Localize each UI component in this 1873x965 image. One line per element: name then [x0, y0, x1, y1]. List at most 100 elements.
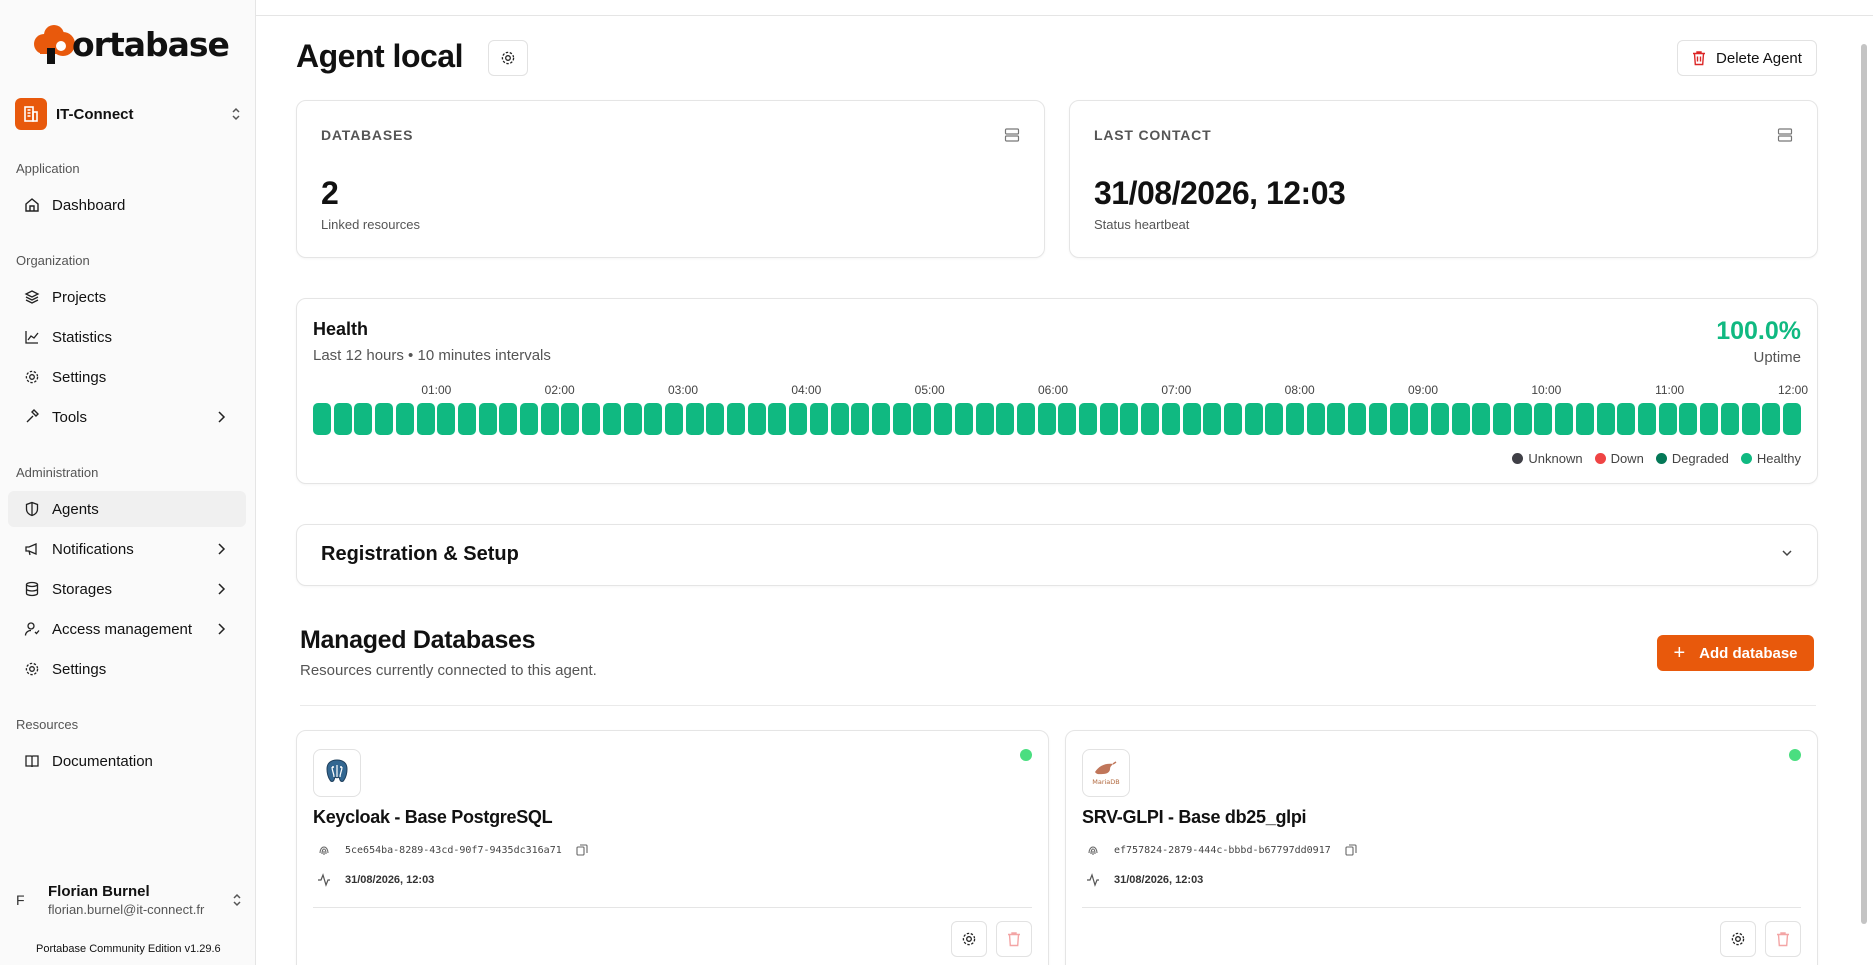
health-bar[interactable]	[1720, 403, 1739, 435]
health-bar[interactable]	[1451, 403, 1470, 435]
health-bar[interactable]	[1099, 403, 1118, 435]
health-bar[interactable]	[809, 403, 828, 435]
copy-icon[interactable]	[1345, 844, 1357, 856]
sidebar-item-access-management[interactable]: Access management	[8, 611, 246, 647]
health-bar[interactable]	[1700, 403, 1719, 435]
health-bar[interactable]	[437, 403, 456, 435]
health-bar[interactable]	[747, 403, 766, 435]
health-bar[interactable]	[1348, 403, 1367, 435]
health-bar[interactable]	[582, 403, 601, 435]
health-bar[interactable]	[1430, 403, 1449, 435]
health-bar[interactable]	[1575, 403, 1594, 435]
sidebar-item-dashboard[interactable]: Dashboard	[8, 187, 246, 223]
health-bar[interactable]	[1493, 403, 1512, 435]
health-bar[interactable]	[1555, 403, 1574, 435]
health-bar[interactable]	[1472, 403, 1491, 435]
database-card[interactable]: Keycloak - Base PostgreSQL 5ce654ba-8289…	[296, 730, 1049, 965]
database-card[interactable]: MariaDB SRV-GLPI - Base db25_glpi ef7578…	[1065, 730, 1818, 965]
health-bar[interactable]	[1182, 403, 1201, 435]
health-bar[interactable]	[913, 403, 932, 435]
health-bar[interactable]	[395, 403, 414, 435]
health-bar[interactable]	[623, 403, 642, 435]
health-bar[interactable]	[664, 403, 683, 435]
health-bar[interactable]	[478, 403, 497, 435]
health-bar[interactable]	[789, 403, 808, 435]
agent-settings-button[interactable]	[488, 40, 528, 76]
sidebar-item-admin-settings[interactable]: Settings	[8, 651, 246, 687]
health-bar[interactable]	[644, 403, 663, 435]
health-bar[interactable]	[1762, 403, 1781, 435]
health-bar[interactable]	[1368, 403, 1387, 435]
health-bar[interactable]	[540, 403, 559, 435]
database-delete-button[interactable]	[996, 921, 1032, 957]
health-bar[interactable]	[313, 403, 331, 435]
copy-icon[interactable]	[576, 844, 588, 856]
health-bar[interactable]	[1658, 403, 1677, 435]
sidebar-item-projects[interactable]: Projects	[8, 279, 246, 315]
health-bar[interactable]	[1016, 403, 1035, 435]
health-bar[interactable]	[1513, 403, 1532, 435]
health-bar[interactable]	[1161, 403, 1180, 435]
scrollbar[interactable]	[1861, 44, 1867, 924]
org-switcher[interactable]: IT-Connect	[15, 98, 243, 130]
health-bar[interactable]	[1223, 403, 1242, 435]
health-bar[interactable]	[1079, 403, 1098, 435]
health-bar[interactable]	[685, 403, 704, 435]
add-database-button[interactable]: + Add database	[1657, 635, 1814, 671]
health-bar[interactable]	[1782, 403, 1801, 435]
sidebar-item-label: Settings	[52, 368, 107, 386]
health-bar[interactable]	[520, 403, 539, 435]
health-bar[interactable]	[1120, 403, 1139, 435]
health-bar[interactable]	[333, 403, 352, 435]
health-bar[interactable]	[1596, 403, 1615, 435]
health-bar[interactable]	[1389, 403, 1408, 435]
health-bar[interactable]	[706, 403, 725, 435]
health-bar[interactable]	[954, 403, 973, 435]
health-bar[interactable]	[768, 403, 787, 435]
health-bar[interactable]	[1534, 403, 1553, 435]
database-settings-button[interactable]	[1720, 921, 1756, 957]
health-bar[interactable]	[871, 403, 890, 435]
sidebar-item-agents[interactable]: Agents	[8, 491, 246, 527]
health-bar[interactable]	[1203, 403, 1222, 435]
health-bar[interactable]	[1617, 403, 1636, 435]
health-bar[interactable]	[1741, 403, 1760, 435]
sidebar-item-statistics[interactable]: Statistics	[8, 319, 246, 355]
sidebar-item-notifications[interactable]: Notifications	[8, 531, 246, 567]
health-bar[interactable]	[892, 403, 911, 435]
delete-agent-button[interactable]: Delete Agent	[1677, 40, 1817, 76]
health-bar[interactable]	[1306, 403, 1325, 435]
user-menu[interactable]: F Florian Burnel florian.burnel@it-conne…	[16, 880, 244, 920]
health-bar[interactable]	[830, 403, 849, 435]
health-bar[interactable]	[1141, 403, 1160, 435]
health-bar[interactable]	[727, 403, 746, 435]
database-delete-button[interactable]	[1765, 921, 1801, 957]
health-bar[interactable]	[1410, 403, 1429, 435]
health-bar[interactable]	[1244, 403, 1263, 435]
health-bar[interactable]	[1679, 403, 1698, 435]
health-bar[interactable]	[354, 403, 373, 435]
health-bar[interactable]	[851, 403, 870, 435]
sidebar-item-tools[interactable]: Tools	[8, 399, 246, 435]
sidebar-item-storages[interactable]: Storages	[8, 571, 246, 607]
health-bar[interactable]	[416, 403, 435, 435]
health-bar[interactable]	[1286, 403, 1305, 435]
health-bar[interactable]	[1327, 403, 1346, 435]
health-bar[interactable]	[561, 403, 580, 435]
sidebar-item-settings[interactable]: Settings	[8, 359, 246, 395]
database-settings-button[interactable]	[951, 921, 987, 957]
health-bar[interactable]	[1638, 403, 1656, 435]
health-bar[interactable]	[499, 403, 518, 435]
health-bar[interactable]	[1058, 403, 1077, 435]
portabase-logo[interactable]: ortabase	[32, 22, 230, 66]
health-bar[interactable]	[602, 403, 621, 435]
health-bar[interactable]	[375, 403, 394, 435]
health-bar[interactable]	[1265, 403, 1284, 435]
health-bar[interactable]	[934, 403, 953, 435]
health-bar[interactable]	[457, 403, 476, 435]
health-bar[interactable]	[1037, 403, 1056, 435]
health-bar[interactable]	[975, 403, 994, 435]
registration-accordion[interactable]: Registration & Setup	[296, 524, 1818, 586]
sidebar-item-documentation[interactable]: Documentation	[8, 743, 246, 779]
health-bar[interactable]	[996, 403, 1015, 435]
